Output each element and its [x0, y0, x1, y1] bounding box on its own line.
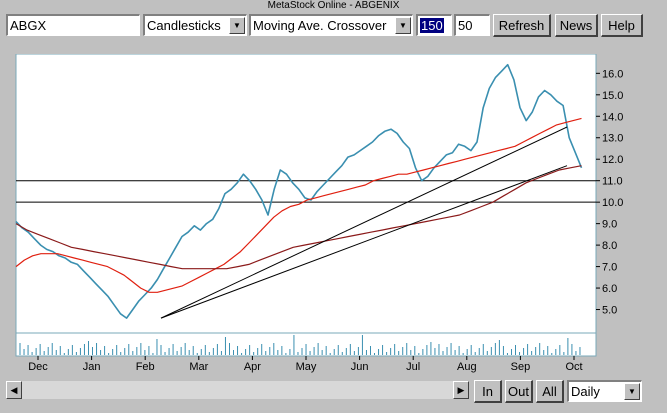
x-tick-label: Aug	[457, 361, 477, 373]
study-value: Moving Ave. Crossover	[253, 18, 387, 33]
window-title: MetaStock Online - ABGENIX	[267, 0, 400, 11]
x-tick-label: Dec	[28, 361, 48, 373]
symbol-input[interactable]: ABGX	[6, 14, 140, 36]
x-tick-label: Mar	[189, 361, 208, 373]
chevron-down-icon[interactable]: ▼	[624, 383, 640, 400]
period2-input[interactable]: 50	[454, 14, 490, 36]
x-tick-label: Sep	[511, 361, 531, 373]
x-tick-label: Oct	[565, 361, 582, 373]
x-tick-label: May	[296, 361, 317, 373]
scroll-left-icon[interactable]: ◀	[6, 381, 22, 399]
y-tick-label: 7.0	[602, 262, 617, 274]
x-tick-label: Feb	[136, 361, 155, 373]
plot-area	[15, 53, 597, 357]
interval-select[interactable]: Daily ▼	[567, 380, 642, 402]
zoom-in-button[interactable]: In	[474, 380, 502, 403]
scroll-right-icon[interactable]: ▶	[453, 381, 469, 399]
y-tick-label: 9.0	[602, 219, 617, 231]
y-tick-label: 16.0	[602, 68, 623, 80]
horizontal-scrollbar[interactable]: ◀ ▶	[6, 381, 469, 399]
y-tick-label: 12.0	[602, 154, 623, 166]
news-button[interactable]: News	[555, 14, 598, 37]
y-tick-label: 10.0	[602, 197, 623, 209]
y-tick-label: 14.0	[602, 111, 623, 123]
x-tick-label: Apr	[244, 361, 261, 373]
help-button[interactable]: Help	[601, 14, 643, 37]
chart-style-value: Candlesticks	[147, 18, 221, 33]
x-tick-label: Jan	[83, 361, 101, 373]
zoom-out-button[interactable]: Out	[505, 380, 533, 403]
x-tick-label: Jun	[351, 361, 369, 373]
y-tick-label: 11.0	[602, 176, 623, 188]
y-tick-label: 13.0	[602, 133, 623, 145]
chevron-down-icon[interactable]: ▼	[395, 17, 411, 34]
price-chart[interactable]: 5.0 6.0 7.0 8.0 9.0 10.0 11.0 12.0 13.0 14.0 15.0 1…	[9, 53, 623, 378]
x-tick-label: Jul	[406, 361, 420, 373]
show-all-button[interactable]: All	[536, 380, 564, 403]
refresh-button[interactable]: Refresh	[493, 14, 551, 37]
interval-value: Daily	[571, 384, 600, 399]
y-tick-label: 6.0	[602, 283, 617, 295]
period1-input[interactable]: 150	[416, 14, 452, 36]
chart-style-select[interactable]: Candlesticks ▼	[143, 14, 247, 36]
period1-value: 150	[420, 18, 444, 33]
chevron-down-icon[interactable]: ▼	[229, 17, 245, 34]
y-tick-label: 8.0	[602, 240, 617, 252]
chart-svg: 5.0 6.0 7.0 8.0 9.0 10.0 11.0 12.0 13.0 14.0 15.0 1…	[15, 53, 623, 373]
study-select[interactable]: Moving Ave. Crossover ▼	[249, 14, 413, 36]
y-tick-label: 15.0	[602, 90, 623, 102]
y-tick-label: 5.0	[602, 305, 617, 317]
